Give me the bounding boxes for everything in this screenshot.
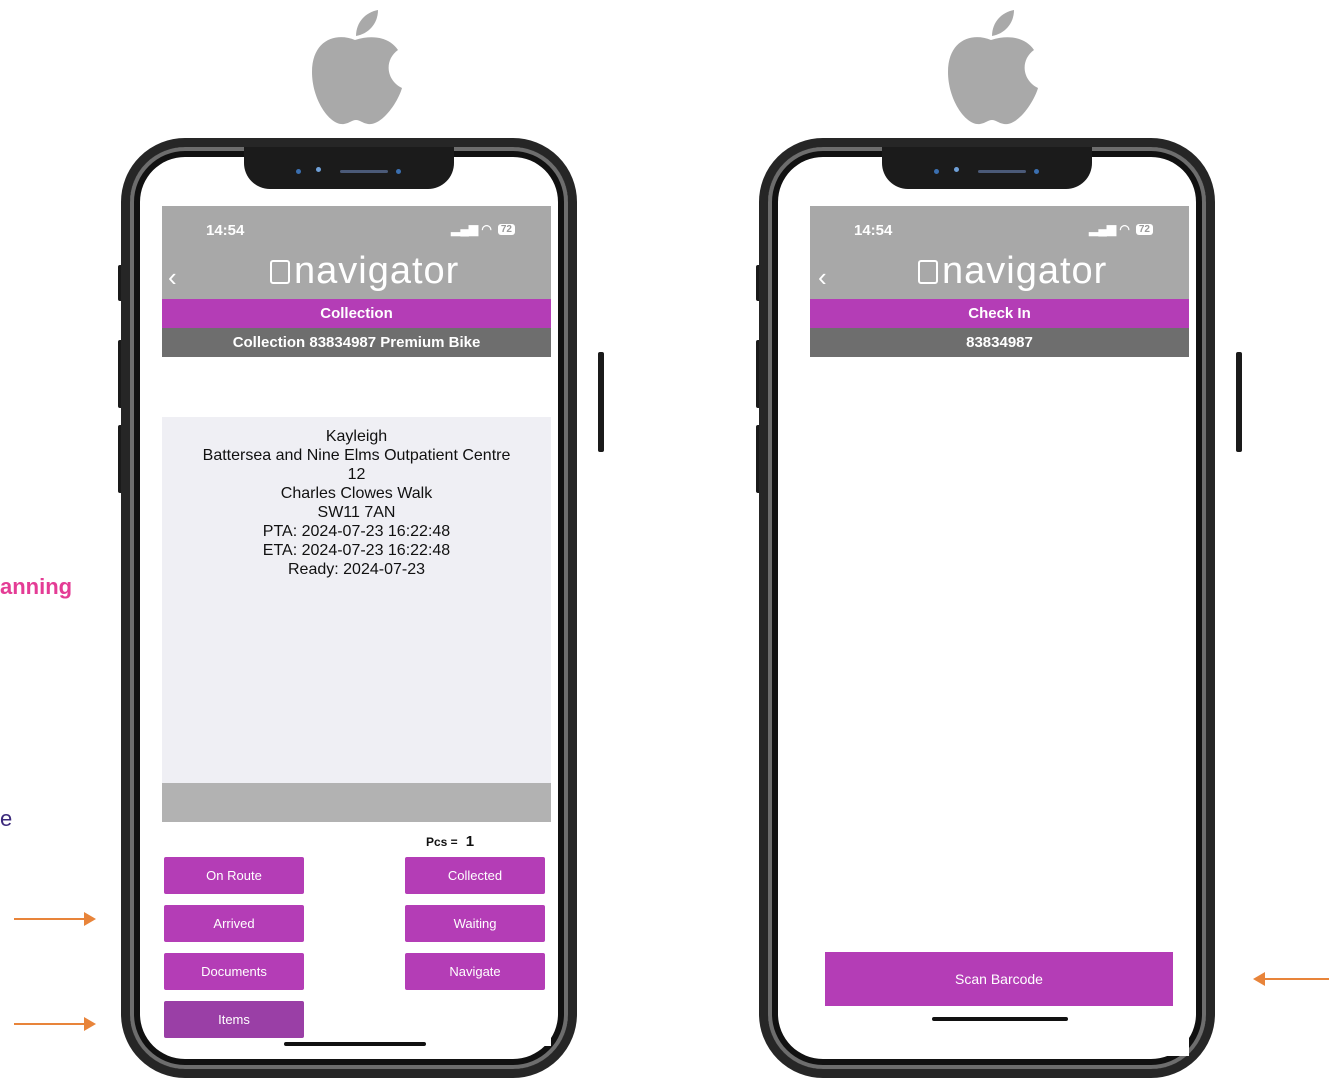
navigate-button[interactable]: Navigate bbox=[405, 953, 545, 990]
waiting-button[interactable]: Waiting bbox=[405, 905, 545, 942]
navigator-logo: navigator bbox=[918, 250, 1107, 293]
home-indicator[interactable] bbox=[932, 1017, 1068, 1021]
phone-side-button bbox=[598, 352, 604, 452]
address-number: 12 bbox=[347, 466, 366, 483]
status-icons: ▂▄▆ ◠ 72 bbox=[451, 222, 515, 236]
page-subtitle: 83834987 bbox=[810, 328, 1189, 357]
grey-strip bbox=[162, 783, 551, 822]
signal-wifi-icon: ▂▄▆ ◠ bbox=[451, 222, 492, 236]
address-place: Battersea and Nine Elms Outpatient Centr… bbox=[202, 447, 511, 464]
app-header: 14:54 ▂▄▆ ◠ 72 ‹ navigator bbox=[810, 206, 1189, 299]
collected-button[interactable]: Collected bbox=[405, 857, 545, 894]
pieces-count: Pcs = 1 bbox=[426, 833, 474, 850]
pcs-value: 1 bbox=[465, 833, 475, 850]
status-icons: ▂▄▆ ◠ 72 bbox=[1089, 222, 1153, 236]
home-indicator[interactable] bbox=[284, 1042, 426, 1046]
arrow-left-icon bbox=[1253, 972, 1329, 986]
apple-logo-icon bbox=[312, 10, 402, 125]
navigator-logo-icon bbox=[918, 259, 938, 284]
signal-wifi-icon: ▂▄▆ ◠ bbox=[1089, 222, 1130, 236]
scan-barcode-button[interactable]: Scan Barcode bbox=[825, 952, 1173, 1006]
page-subtitle: Collection 83834987 Premium Bike bbox=[162, 328, 551, 357]
ready-date: Ready: 2024-07-23 bbox=[288, 561, 425, 578]
page-title: Collection bbox=[162, 299, 551, 328]
status-time: 14:54 bbox=[206, 222, 245, 239]
items-button[interactable]: Items bbox=[164, 1001, 304, 1038]
logo-text: navigator bbox=[294, 250, 460, 292]
arrow-right-icon bbox=[14, 912, 96, 926]
pcs-label: Pcs = bbox=[426, 835, 458, 849]
eta-time: ETA: 2024-07-23 16:22:48 bbox=[262, 542, 451, 559]
arrow-right-icon bbox=[14, 1017, 96, 1031]
page-title: Check In bbox=[810, 299, 1189, 328]
on-route-button[interactable]: On Route bbox=[164, 857, 304, 894]
phone-notch bbox=[244, 147, 454, 189]
battery-icon: 72 bbox=[1135, 223, 1153, 235]
left-app-screen: 14:54 ▂▄▆ ◠ 72 ‹ navigator Collection Co… bbox=[162, 206, 551, 1046]
contact-name: Kayleigh bbox=[325, 428, 388, 445]
address-panel: Kayleigh Battersea and Nine Elms Outpati… bbox=[162, 417, 551, 783]
side-text-purple: e bbox=[0, 806, 13, 831]
side-text-pink: anning bbox=[0, 574, 73, 599]
navigator-logo-icon bbox=[270, 259, 290, 284]
apple-logo-icon bbox=[948, 10, 1038, 125]
phone-notch bbox=[882, 147, 1092, 189]
navigator-logo: navigator bbox=[270, 250, 459, 293]
right-app-screen: 14:54 ▂▄▆ ◠ 72 ‹ navigator Check In 8383… bbox=[810, 206, 1189, 1056]
app-header: 14:54 ▂▄▆ ◠ 72 ‹ navigator bbox=[162, 206, 551, 299]
status-time: 14:54 bbox=[854, 222, 893, 239]
documents-button[interactable]: Documents bbox=[164, 953, 304, 990]
chevron-left-icon[interactable]: ‹ bbox=[818, 264, 827, 290]
address-postcode: SW11 7AN bbox=[317, 504, 396, 521]
battery-icon: 72 bbox=[497, 223, 515, 235]
arrived-button[interactable]: Arrived bbox=[164, 905, 304, 942]
logo-text: navigator bbox=[942, 250, 1108, 292]
address-street: Charles Clowes Walk bbox=[280, 485, 433, 502]
phone-side-button bbox=[1236, 352, 1242, 452]
pta-time: PTA: 2024-07-23 16:22:48 bbox=[262, 523, 451, 540]
chevron-left-icon[interactable]: ‹ bbox=[168, 264, 177, 290]
